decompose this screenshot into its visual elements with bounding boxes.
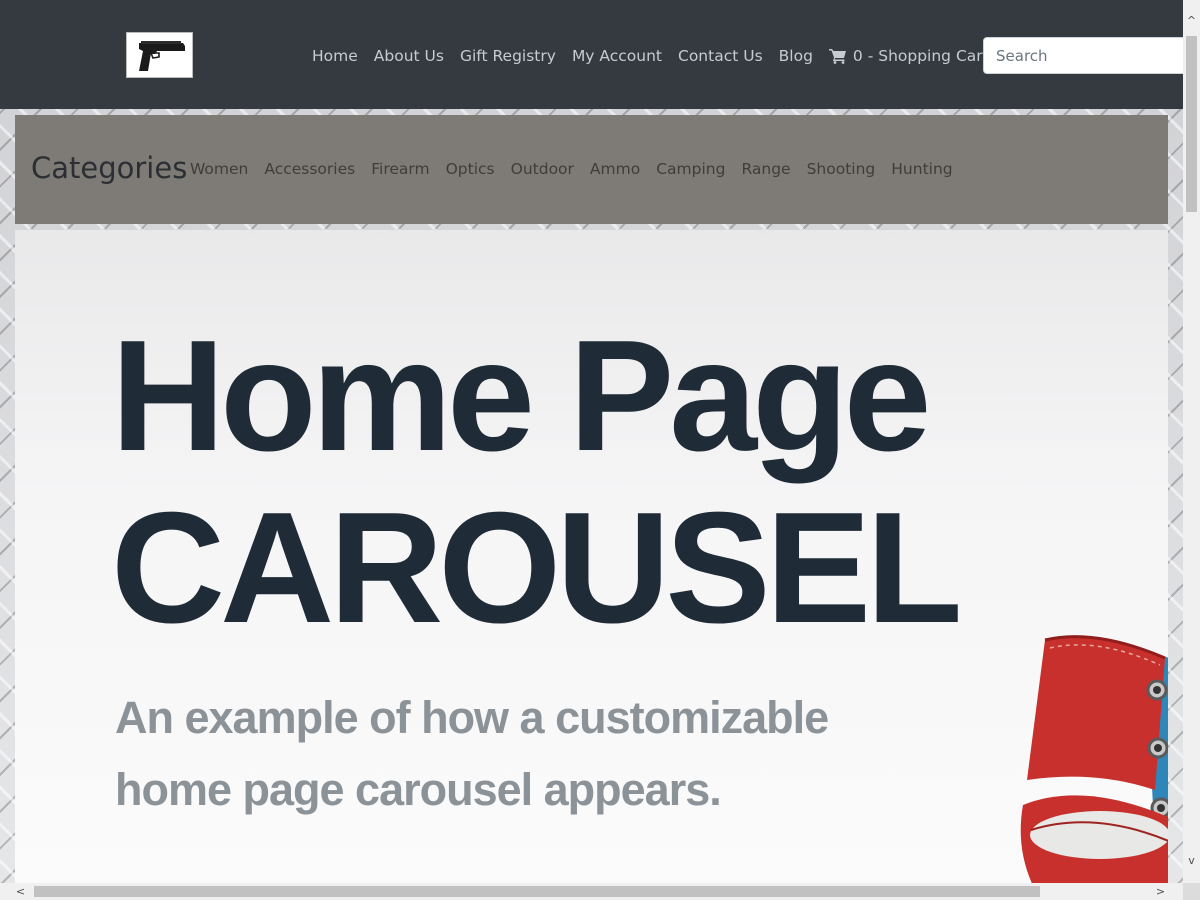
home-carousel[interactable]: Home Page CAROUSEL An example of how a c… [15, 230, 1168, 883]
carousel-heading: Home Page CAROUSEL [111, 308, 963, 656]
category-accessories[interactable]: Accessories [256, 160, 363, 178]
category-links: Women Accessories Firearm Optics Outdoor… [182, 160, 961, 178]
categories-bar: Categories Women Accessories Firearm Opt… [15, 115, 1168, 224]
nav-about-us[interactable]: About Us [366, 47, 452, 65]
category-ammo[interactable]: Ammo [582, 160, 648, 178]
scroll-down-arrow[interactable]: v [1183, 852, 1200, 869]
category-women[interactable]: Women [182, 160, 256, 178]
category-camping[interactable]: Camping [648, 160, 733, 178]
main-nav: Home About Us Gift Registry My Account C… [304, 44, 1033, 68]
handgun-icon [139, 41, 185, 71]
category-optics[interactable]: Optics [438, 160, 503, 178]
scrollbar-corner [1183, 883, 1200, 900]
nav-contact-us[interactable]: Contact Us [670, 47, 771, 65]
scroll-right-arrow[interactable]: > [1152, 883, 1169, 900]
carousel-subtitle: An example of how a customizable home pa… [115, 692, 829, 815]
category-outdoor[interactable]: Outdoor [503, 160, 582, 178]
shopping-cart-icon [828, 49, 846, 64]
scroll-up-arrow[interactable]: ^ [1183, 12, 1200, 29]
nav-gift-registry[interactable]: Gift Registry [452, 47, 564, 65]
top-navbar: Home About Us Gift Registry My Account C… [0, 0, 1193, 109]
category-range[interactable]: Range [733, 160, 798, 178]
site-logo[interactable] [126, 32, 193, 78]
nav-my-account[interactable]: My Account [564, 47, 670, 65]
carousel-heading-line1: Home Page [111, 308, 932, 484]
search-input[interactable] [983, 37, 1193, 74]
category-firearm[interactable]: Firearm [363, 160, 437, 178]
horizontal-scrollbar-thumb[interactable] [34, 886, 1040, 897]
nav-blog[interactable]: Blog [771, 47, 821, 65]
category-shooting[interactable]: Shooting [799, 160, 884, 178]
carousel-heading-line2: CAROUSEL [111, 480, 963, 656]
leather-belt-image [1020, 635, 1168, 883]
category-hunting[interactable]: Hunting [883, 160, 960, 178]
vertical-scrollbar-thumb[interactable] [1186, 36, 1197, 212]
categories-title: Categories [31, 151, 188, 185]
nav-home[interactable]: Home [304, 47, 366, 65]
scroll-left-arrow[interactable]: < [12, 883, 29, 900]
